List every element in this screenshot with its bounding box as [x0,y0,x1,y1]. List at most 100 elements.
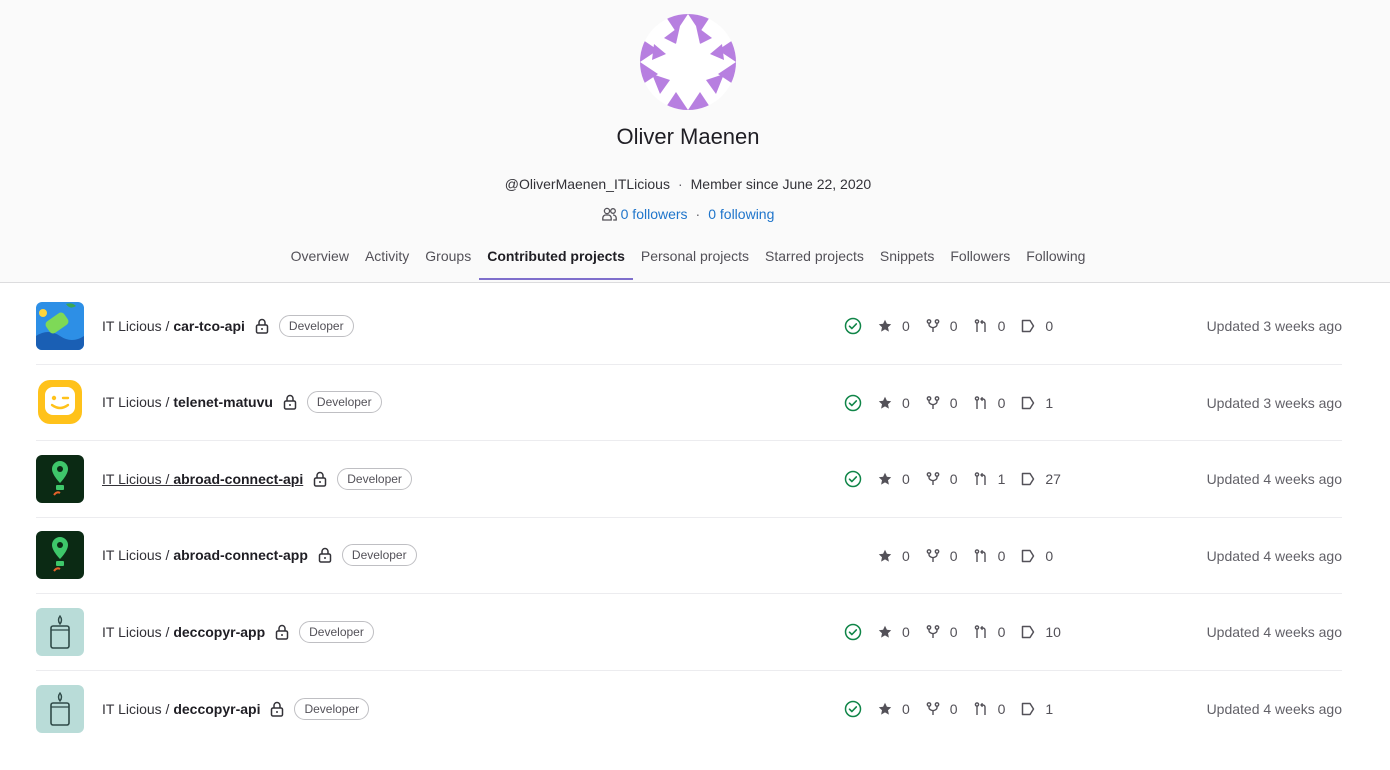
location-pin-icon[interactable] [36,454,84,503]
followers-link[interactable]: 0 followers [621,206,688,222]
username: @OliverMaenen_ITLicious [504,176,670,192]
follow-info: 0 followers · 0 following [0,206,1376,222]
project-namespace: IT Licious / [102,317,174,334]
smiley-icon[interactable] [36,378,84,427]
project-stats: 0 0 0 1 [844,671,1069,747]
following-link[interactable]: 0 following [708,206,774,222]
project-stats: 0 0 0 10 [844,594,1077,670]
forks-count[interactable]: 0 [926,624,958,640]
user-meta: @OliverMaenen_ITLicious · Member since Jun… [0,176,1376,192]
user-name: Oliver Maenen [616,124,760,149]
project-name: telenet-matuvu [173,394,273,411]
forks-count[interactable]: 0 [926,548,958,564]
forks-count[interactable]: 0 [926,701,958,717]
forks-count[interactable]: 0 [926,471,958,487]
fork-icon [926,472,945,486]
updated-time: Updated 4 weeks ago [1206,700,1342,717]
issues-count[interactable]: 10 [1021,624,1061,640]
merge-requests-count[interactable]: 0 [974,701,1005,717]
project-link[interactable]: IT Licious / deccopyr-app [102,624,265,640]
merge-request-icon [974,548,993,563]
issues-count[interactable]: 0 [1021,548,1053,564]
project-stats: 0 0 0 1 [844,365,1069,441]
project-link[interactable]: IT Licious / telenet-matuvu [102,394,273,410]
project-namespace: IT Licious / [102,394,174,411]
project-title: IT Licious / car-tco-api Developer [102,314,354,337]
project-name: abroad-connect-api [173,470,304,487]
star-icon [878,702,897,716]
pipeline-status-icon[interactable] [844,470,862,488]
updated-time: Updated 4 weeks ago [1206,471,1342,487]
lock-icon [270,701,284,717]
project-row: IT Licious / abroad-connect-app Develope… [36,518,1342,594]
project-title: IT Licious / deccopyr-api Developer [102,697,370,720]
merge-request-icon [974,701,993,716]
tab-following[interactable]: Following [1018,236,1093,280]
issues-count[interactable]: 27 [1021,471,1061,487]
project-namespace: IT Licious / [102,700,174,717]
fork-icon [926,548,945,563]
issues-count[interactable]: 1 [1021,395,1053,411]
car-icon[interactable] [36,301,84,350]
stars-count[interactable]: 0 [878,471,910,487]
merge-requests-count[interactable]: 1 [974,471,1005,487]
tab-activity[interactable]: Activity [357,236,417,280]
merge-requests-count[interactable]: 0 [974,624,1005,640]
pipeline-status-icon[interactable] [844,623,862,641]
profile-tabs: Overview Activity Groups Contributed pro… [0,236,1376,280]
issues-count[interactable]: 0 [1021,318,1053,334]
project-link[interactable]: IT Licious / car-tco-api [102,318,245,334]
project-stats: 0 0 0 0 [844,288,1069,364]
project-link[interactable]: IT Licious / abroad-connect-api [102,471,303,487]
user-avatar[interactable] [640,14,736,110]
tab-snippets[interactable]: Snippets [872,236,942,280]
project-namespace: IT Licious / [102,470,174,487]
tab-personal-projects[interactable]: Personal projects [633,236,757,280]
location-pin-icon[interactable] [36,531,84,580]
merge-request-icon [974,472,993,486]
project-namespace: IT Licious / [102,623,174,640]
merge-request-icon [974,319,993,333]
fork-icon [926,319,945,333]
issues-icon [1021,625,1040,639]
merge-requests-count[interactable]: 0 [974,318,1005,334]
tab-followers[interactable]: Followers [942,236,1018,280]
stars-count[interactable]: 0 [878,395,910,411]
issues-count[interactable]: 1 [1021,701,1053,717]
stars-count[interactable]: 0 [878,318,910,334]
merge-requests-count[interactable]: 0 [974,548,1005,564]
stars-count[interactable]: 0 [878,624,910,640]
candle-icon[interactable] [36,684,84,733]
role-badge: Developer [306,391,382,414]
issues-icon [1021,472,1040,486]
stars-count[interactable]: 0 [878,548,910,564]
forks-count[interactable]: 0 [926,318,958,334]
pipeline-status-icon[interactable] [844,317,862,335]
project-link[interactable]: IT Licious / deccopyr-api [102,701,260,717]
separator: · [695,206,701,222]
candle-icon[interactable] [36,607,84,656]
tab-starred-projects[interactable]: Starred projects [757,236,872,280]
project-name: deccopyr-api [173,700,261,717]
project-row: IT Licious / car-tco-api Developer 0 0 0… [36,288,1342,365]
project-row: IT Licious / abroad-connect-api Develope… [36,441,1342,518]
pipeline-status-icon[interactable] [844,700,862,718]
project-title: IT Licious / abroad-connect-app Develope… [102,544,417,567]
project-stats: 0 0 0 0 [844,518,1069,594]
role-badge: Developer [278,314,354,337]
merge-requests-count[interactable]: 0 [974,395,1005,411]
role-badge: Developer [341,544,417,567]
star-icon [878,319,897,333]
forks-count[interactable]: 0 [926,395,958,411]
tab-groups[interactable]: Groups [417,236,479,280]
issues-icon [1021,702,1040,716]
project-title: IT Licious / telenet-matuvu Developer [102,391,382,414]
project-name: car-tco-api [173,317,245,334]
stars-count[interactable]: 0 [878,701,910,717]
tab-contributed-projects[interactable]: Contributed projects [479,236,633,280]
pipeline-status-icon[interactable] [844,394,862,412]
project-link[interactable]: IT Licious / abroad-connect-app [102,547,308,563]
project-row: IT Licious / telenet-matuvu Developer 0 … [36,365,1342,441]
tab-overview[interactable]: Overview [283,236,357,280]
lock-icon [275,624,289,640]
